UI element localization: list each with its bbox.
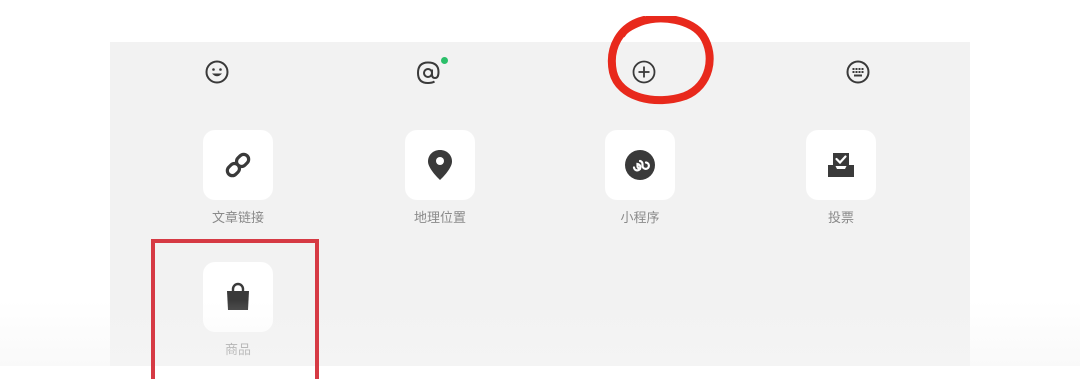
tile-label: 小程序 [620, 210, 660, 225]
link-icon [203, 130, 273, 200]
tile-label: 商品 [224, 342, 251, 357]
tile-label: 文章链接 [211, 210, 264, 225]
tile-label: 地理位置 [413, 210, 466, 225]
tile-location[interactable]: 地理位置 [385, 130, 495, 226]
plus-circle-icon[interactable] [630, 58, 658, 86]
keyboard-icon[interactable] [844, 58, 872, 86]
mention-icon[interactable] [415, 58, 443, 86]
shopping-bag-icon [203, 262, 273, 332]
mini-program-icon [605, 130, 675, 200]
location-pin-icon [405, 130, 475, 200]
tile-product[interactable]: 商品 [183, 262, 293, 358]
tile-vote[interactable]: 投票 [786, 130, 896, 226]
emoji-icon[interactable] [203, 58, 231, 86]
tile-label: 投票 [827, 210, 854, 225]
tile-article-link[interactable]: 文章链接 [183, 130, 293, 226]
tile-mini-program[interactable]: 小程序 [585, 130, 695, 226]
mention-badge-dot [441, 57, 448, 64]
vote-icon [806, 130, 876, 200]
